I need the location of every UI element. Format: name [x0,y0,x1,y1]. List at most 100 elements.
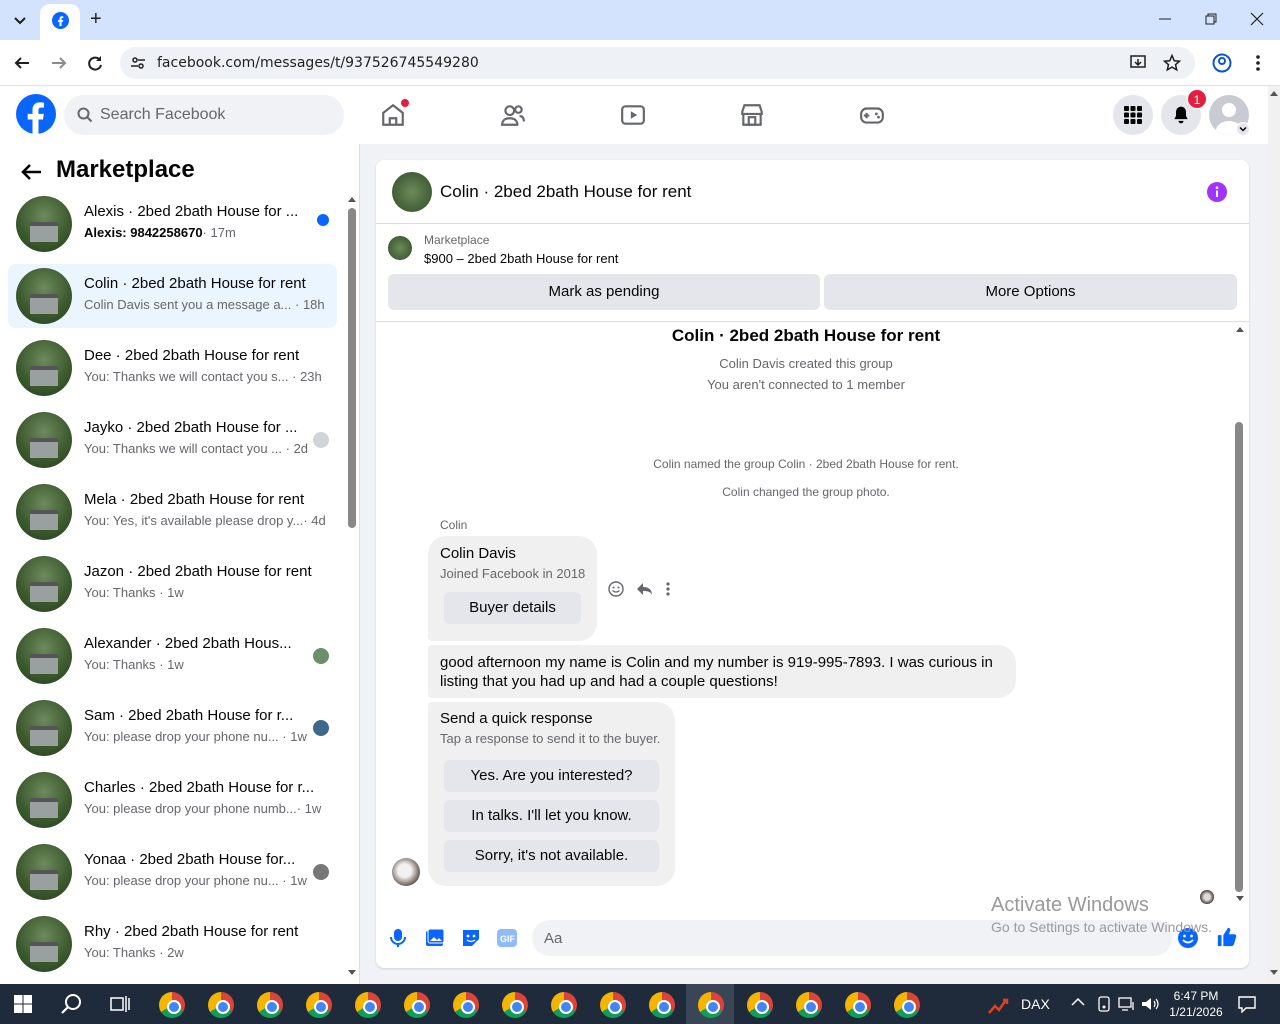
sidebar-scroll-down-icon[interactable] [348,970,356,976]
chrome-taskbar-icon[interactable] [257,992,283,1018]
snippet-time: · 17m [202,225,236,240]
conversation-item-mela[interactable]: Mela · 2bed 2bath House for rent You: Ye… [8,480,337,544]
chrome-taskbar-icon-active[interactable] [698,992,724,1018]
url-text[interactable]: facebook.com/messages/t/937526745549280 [157,55,479,71]
quick-response-in-talks-button[interactable]: In talks. I'll let you know. [444,800,659,832]
chrome-taskbar-icon[interactable] [747,992,773,1018]
more-options-button[interactable]: More Options [824,274,1237,310]
address-bar[interactable]: facebook.com/messages/t/937526745549280 [120,47,1195,79]
notification-center-icon[interactable] [1238,995,1256,1013]
chrome-taskbar-icon[interactable] [159,992,185,1018]
conversation-item-colin[interactable]: Colin · 2bed 2bath House for rent Colin … [8,264,337,328]
quick-response-yes-button[interactable]: Yes. Are you interested? [444,760,659,792]
photo-icon[interactable] [425,928,445,948]
stock-chart-icon[interactable] [988,994,1012,1014]
site-settings-icon[interactable] [130,55,146,71]
gaming-icon[interactable] [859,102,885,128]
chat-group-photo[interactable] [392,172,432,212]
forward-icon[interactable] [50,54,68,72]
sidebar-scroll-up-icon[interactable] [348,196,356,202]
conversation-item-alexis[interactable]: Alexis · 2bed 2bath House for ... Alexis… [8,192,337,256]
facebook-logo-icon[interactable] [16,94,56,134]
notifications-button[interactable]: 1 [1161,89,1207,135]
tray-chevron-icon[interactable] [1071,997,1085,1007]
stock-ticker[interactable]: DAX [1021,996,1050,1012]
chrome-taskbar-icon[interactable] [502,992,528,1018]
back-arrow-icon[interactable] [20,162,42,182]
new-tab-button[interactable]: + [90,8,102,31]
menu-grid-button[interactable] [1113,95,1153,135]
taskbar-search-icon[interactable] [61,993,83,1015]
chrome-taskbar-icon[interactable] [600,992,626,1018]
back-icon[interactable] [13,54,31,72]
home-icon[interactable] [380,99,409,128]
conversation-item-yonaa[interactable]: Yonaa · 2bed 2bath House for... You: ple… [8,840,337,904]
listing-price-title[interactable]: $900 – 2bed 2bath House for rent [424,251,618,266]
page-scrollbar[interactable] [1268,86,1280,984]
reload-icon[interactable] [86,54,104,72]
conversation-item-sam[interactable]: Sam · 2bed 2bath House for r... You: ple… [8,696,337,760]
quick-response-not-available-button[interactable]: Sorry, it's not available. [444,840,659,872]
info-icon[interactable] [1207,182,1227,202]
more-message-actions-icon[interactable] [665,581,671,597]
thumbs-up-icon[interactable] [1216,926,1238,948]
snippet-text: You: please drop your phone numb... [84,801,297,816]
browser-tab-facebook[interactable] [40,4,80,40]
chrome-taskbar-icon[interactable] [649,992,675,1018]
chrome-taskbar-icon[interactable] [404,992,430,1018]
conversation-snippet: You: Thanks we will contact you s... · 2… [84,369,322,384]
page-scroll-up-icon[interactable] [1270,90,1278,96]
chrome-taskbar-icon[interactable] [453,992,479,1018]
page-scroll-down-icon[interactable] [1270,970,1278,976]
tray-device-icon[interactable] [1096,996,1112,1012]
tab-search-chevron-icon[interactable] [10,10,30,30]
minimize-icon[interactable] [1158,12,1172,26]
chrome-taskbar-icon[interactable] [796,992,822,1018]
marketplace-icon[interactable] [739,102,765,128]
microphone-icon[interactable] [390,928,406,948]
svg-text:GIF: GIF [500,934,516,944]
conversation-item-rhy[interactable]: Rhy · 2bed 2bath House for rent You: Tha… [8,912,337,976]
chrome-taskbar-icon[interactable] [355,992,381,1018]
conversation-item-jazon[interactable]: Jazon · 2bed 2bath House for rent You: T… [8,552,337,616]
listing-photo[interactable] [388,236,412,260]
search-facebook-input[interactable]: Search Facebook [64,95,344,135]
mark-as-pending-button[interactable]: Mark as pending [388,274,820,310]
profile-icon[interactable] [1212,53,1232,73]
chat-scroll-up-icon[interactable] [1236,326,1244,332]
clock[interactable]: 6:47 PM 1/21/2026 [1166,988,1226,1020]
friends-icon[interactable] [500,102,526,128]
conversation-item-dee[interactable]: Dee · 2bed 2bath House for rent You: Tha… [8,336,337,400]
chat-scrollbar[interactable] [1235,422,1243,892]
sender-avatar[interactable] [392,858,420,886]
volume-icon[interactable] [1141,996,1159,1012]
sidebar-scrollbar[interactable] [348,208,356,528]
restore-icon[interactable] [1204,12,1218,26]
conversation-item-alexander[interactable]: Alexander · 2bed 2bath Hous... You: Than… [8,624,337,688]
reply-icon[interactable] [636,581,653,597]
network-icon[interactable] [1118,996,1136,1012]
conversation-item-jayko[interactable]: Jayko · 2bed 2bath House for ... You: Th… [8,408,337,472]
chrome-taskbar-icon[interactable] [845,992,871,1018]
chrome-taskbar-icon[interactable] [894,992,920,1018]
bookmark-star-icon[interactable] [1163,54,1181,72]
conversation-title: Charles · 2bed 2bath House for r... [84,779,315,796]
video-icon[interactable] [620,102,646,128]
close-window-icon[interactable] [1250,12,1264,26]
chrome-taskbar-icon[interactable] [551,992,577,1018]
chat-title[interactable]: Colin · 2bed 2bath House for rent [440,182,691,202]
account-chevron-icon[interactable] [1236,122,1250,136]
chrome-taskbar-icon[interactable] [306,992,332,1018]
install-app-icon[interactable] [1130,54,1148,72]
windows-start-icon[interactable] [14,995,32,1013]
react-smiley-icon[interactable] [608,581,624,597]
chat-scroll-down-icon[interactable] [1236,896,1244,902]
conversation-item-charles[interactable]: Charles · 2bed 2bath House for r... You:… [8,768,337,832]
browser-menu-icon[interactable] [1250,53,1266,73]
conversation-snippet: You: Thanks · 2w [84,945,184,960]
buyer-details-button[interactable]: Buyer details [444,592,581,624]
chrome-taskbar-icon[interactable] [208,992,234,1018]
gif-icon[interactable]: GIF [497,929,517,947]
sticker-icon[interactable] [461,928,481,948]
task-view-icon[interactable] [110,995,130,1013]
